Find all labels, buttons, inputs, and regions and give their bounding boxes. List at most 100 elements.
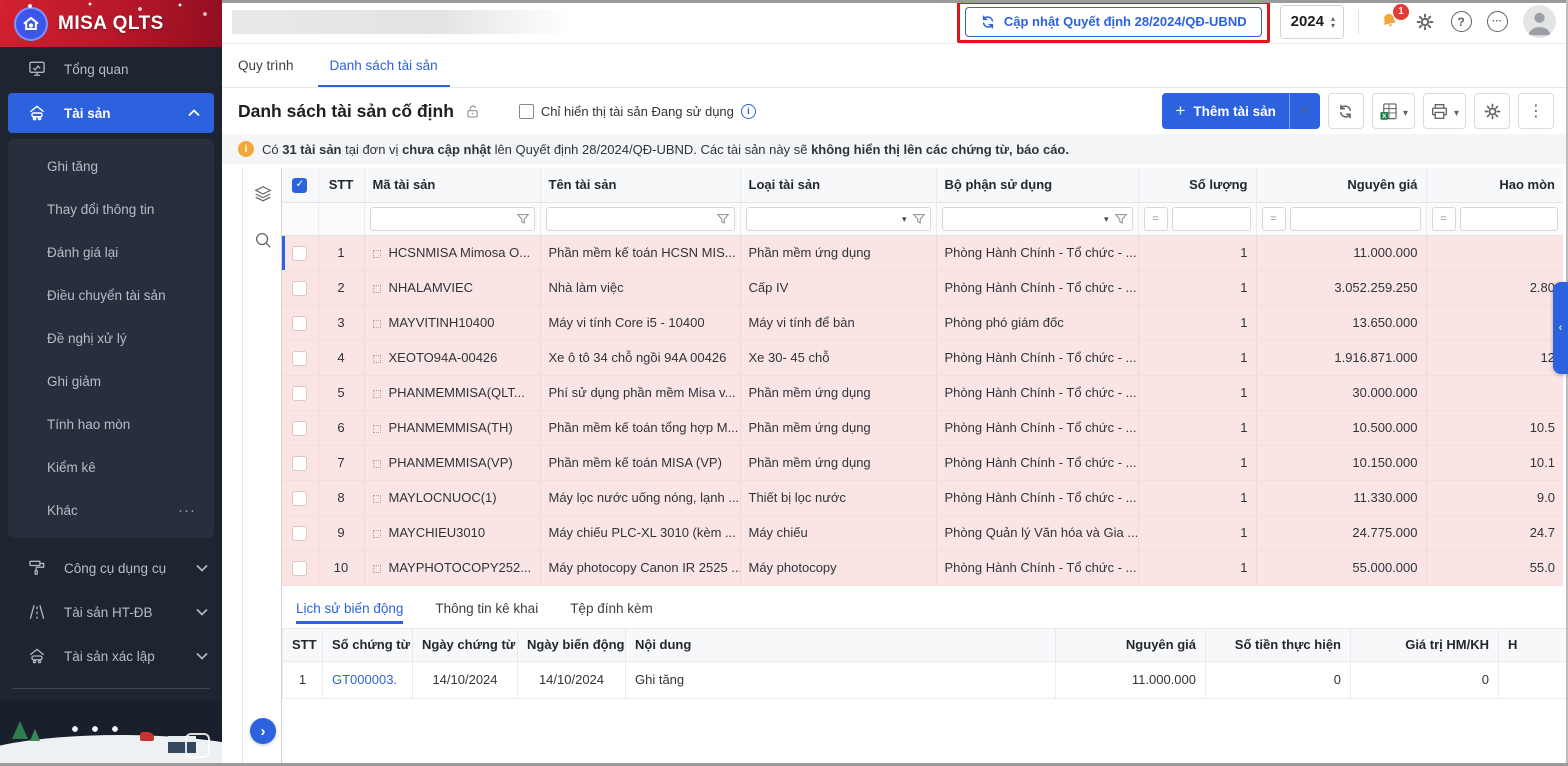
asset-hm-cell[interactable] (1426, 305, 1563, 340)
asset-hm-cell[interactable]: 12 (1426, 340, 1563, 375)
funnel-icon[interactable] (516, 212, 530, 226)
asset-qty-cell[interactable]: 1 (1138, 305, 1256, 340)
year-stepper[interactable] (1331, 15, 1335, 29)
add-asset-button[interactable]: Thêm tài sản (1162, 93, 1319, 129)
sidebar-item-tong-quan[interactable]: Tổng quan (0, 47, 222, 91)
asset-cost-cell[interactable]: 11.330.000 (1256, 480, 1426, 515)
asset-qty-cell[interactable]: 1 (1138, 410, 1256, 445)
asset-type-cell[interactable]: Máy vi tính để bàn (740, 305, 936, 340)
column-header-so-luong[interactable]: Số lượng (1138, 168, 1256, 202)
asset-type-cell[interactable]: Máy chiếu (740, 515, 936, 550)
asset-code-cell[interactable]: MAYPHOTOCOPY252... (364, 550, 540, 585)
notifications-button[interactable]: 1 (1376, 9, 1402, 35)
chevron-down-icon[interactable] (1104, 214, 1109, 225)
equals-operator[interactable]: = (1262, 207, 1286, 231)
update-decision-button[interactable]: Cập nhật Quyết định 28/2024/QĐ-UBND (965, 7, 1262, 37)
row-checkbox[interactable] (292, 351, 307, 366)
asset-dept-cell[interactable]: Phòng Hành Chính - Tổ chức - ... (936, 480, 1138, 515)
add-asset-dropdown[interactable] (1290, 106, 1320, 117)
row-select-cell[interactable] (282, 550, 318, 585)
asset-hm-cell[interactable]: 10.5 (1426, 410, 1563, 445)
filter-input-so-luong[interactable] (1172, 207, 1251, 231)
row-select-cell[interactable] (282, 235, 318, 270)
sidebar-subitem-ghi-giam[interactable]: Ghi giảm (8, 360, 214, 403)
asset-name-cell[interactable]: Xe ô tô 34 chỗ ngồi 94A 00426 (540, 340, 740, 375)
asset-name-cell[interactable]: Phần mềm kế toán MISA (VP) (540, 445, 740, 480)
sidebar-item-tai-san-ht-db[interactable]: Tài sản HT-ĐB (0, 590, 222, 634)
column-header-ten-tai-san[interactable]: Tên tài sản (540, 168, 740, 202)
asset-qty-cell[interactable]: 1 (1138, 445, 1256, 480)
info-icon[interactable] (741, 104, 756, 119)
filter-input-nguyen-gia[interactable] (1290, 207, 1421, 231)
sidebar-subitem-de-nghi-xu-ly[interactable]: Đề nghị xử lý (8, 317, 214, 360)
help-button[interactable] (1448, 9, 1474, 35)
history-row[interactable]: 1 GT000003. 14/10/2024 14/10/2024 Ghi tă… (283, 661, 1568, 698)
layers-button[interactable] (243, 174, 283, 214)
asset-code-cell[interactable]: MAYCHIEU3010 (364, 515, 540, 550)
asset-code-cell[interactable]: XEOTO94A-00426 (364, 340, 540, 375)
asset-type-cell[interactable]: Xe 30- 45 chỗ (740, 340, 936, 375)
asset-dept-cell[interactable]: Phòng Hành Chính - Tổ chức - ... (936, 340, 1138, 375)
asset-cost-cell[interactable]: 13.650.000 (1256, 305, 1426, 340)
asset-qty-cell[interactable]: 1 (1138, 480, 1256, 515)
kebab-menu-button[interactable] (1518, 93, 1554, 129)
export-excel-button[interactable]: X (1372, 93, 1415, 129)
chevron-down-icon[interactable] (902, 214, 907, 225)
row-select-cell[interactable] (282, 340, 318, 375)
asset-hm-cell[interactable] (1426, 235, 1563, 270)
asset-row[interactable]: 9MAYCHIEU3010Máy chiếu PLC-XL 3010 (kèm … (282, 515, 1563, 550)
asset-code-cell[interactable]: NHALAMVIEC (364, 270, 540, 305)
row-checkbox[interactable] (292, 386, 307, 401)
sidebar-subitem-tinh-hao-mon[interactable]: Tính hao mòn (8, 403, 214, 446)
asset-name-cell[interactable]: Máy lọc nước uống nóng, lạnh ... (540, 480, 740, 515)
asset-cost-cell[interactable]: 10.150.000 (1256, 445, 1426, 480)
asset-cost-cell[interactable]: 3.052.259.250 (1256, 270, 1426, 305)
asset-dept-cell[interactable]: Phòng Hành Chính - Tổ chức - ... (936, 445, 1138, 480)
asset-cost-cell[interactable]: 24.775.000 (1256, 515, 1426, 550)
asset-qty-cell[interactable]: 1 (1138, 235, 1256, 270)
asset-dept-cell[interactable]: Phòng Hành Chính - Tổ chức - ... (936, 550, 1138, 585)
asset-row[interactable]: 1HCSNMISA Mimosa O...Phần mềm kế toán HC… (282, 235, 1563, 270)
asset-dept-cell[interactable]: Phòng Quản lý Văn hóa và Gia ... (936, 515, 1138, 550)
detail-tab-tep-dinh-kem[interactable]: Tệp đính kèm (570, 594, 653, 624)
asset-cost-cell[interactable]: 10.500.000 (1256, 410, 1426, 445)
equals-operator[interactable]: = (1144, 207, 1168, 231)
filter-input-ma-tai-san[interactable] (370, 207, 535, 231)
asset-qty-cell[interactable]: 1 (1138, 375, 1256, 410)
row-select-cell[interactable] (282, 375, 318, 410)
expand-panel-handle[interactable] (1553, 282, 1568, 374)
asset-row[interactable]: 4XEOTO94A-00426Xe ô tô 34 chỗ ngồi 94A 0… (282, 340, 1563, 375)
refresh-button[interactable] (1328, 93, 1364, 129)
sidebar-subitem-dieu-chuyen-tai-san[interactable]: Điều chuyển tài sản (8, 274, 214, 317)
asset-dept-cell[interactable]: Phòng Hành Chính - Tổ chức - ... (936, 270, 1138, 305)
asset-cost-cell[interactable]: 1.916.871.000 (1256, 340, 1426, 375)
tab-quy-trinh[interactable]: Quy trình (238, 44, 294, 87)
sidebar-subitem-danh-gia-lai[interactable]: Đánh giá lại (8, 231, 214, 274)
lock-open-icon[interactable] (464, 103, 481, 120)
sidebar-item-cong-cu-dung-cu[interactable]: Công cụ dụng cụ (0, 546, 222, 590)
asset-dept-cell[interactable]: Phòng Hành Chính - Tổ chức - ... (936, 410, 1138, 445)
asset-hm-cell[interactable]: 55.0 (1426, 550, 1563, 585)
funnel-icon[interactable] (1114, 212, 1128, 226)
column-header-hao-mon[interactable]: Hao mòn (1426, 168, 1563, 202)
settings-button[interactable] (1412, 9, 1438, 35)
sidebar-collapse-button[interactable] (185, 733, 210, 758)
filter-input-hao-mon[interactable] (1460, 207, 1559, 231)
column-header-stt[interactable]: STT (318, 168, 364, 202)
asset-name-cell[interactable]: Phần mềm kế toán HCSN MIS... (540, 235, 740, 270)
search-button[interactable] (243, 220, 283, 260)
asset-row[interactable]: 8MAYLOCNUOC(1)Máy lọc nước uống nóng, lạ… (282, 480, 1563, 515)
asset-cost-cell[interactable]: 55.000.000 (1256, 550, 1426, 585)
asset-hm-cell[interactable]: 9.0 (1426, 480, 1563, 515)
row-select-cell[interactable] (282, 305, 318, 340)
row-select-cell[interactable] (282, 515, 318, 550)
asset-dept-cell[interactable]: Phòng Hành Chính - Tổ chức - ... (936, 235, 1138, 270)
asset-qty-cell[interactable]: 1 (1138, 515, 1256, 550)
asset-row[interactable]: 10MAYPHOTOCOPY252...Máy photocopy Canon … (282, 550, 1563, 585)
funnel-icon[interactable] (912, 212, 926, 226)
sidebar-subitem-thay-doi-thong-tin[interactable]: Thay đổi thông tin (8, 188, 214, 231)
row-checkbox[interactable] (292, 561, 307, 576)
asset-row[interactable]: 3MAYVITINH10400Máy vi tính Core i5 - 104… (282, 305, 1563, 340)
sidebar-subitem-ghi-tang[interactable]: Ghi tăng (8, 145, 214, 188)
asset-cost-cell[interactable]: 11.000.000 (1256, 235, 1426, 270)
